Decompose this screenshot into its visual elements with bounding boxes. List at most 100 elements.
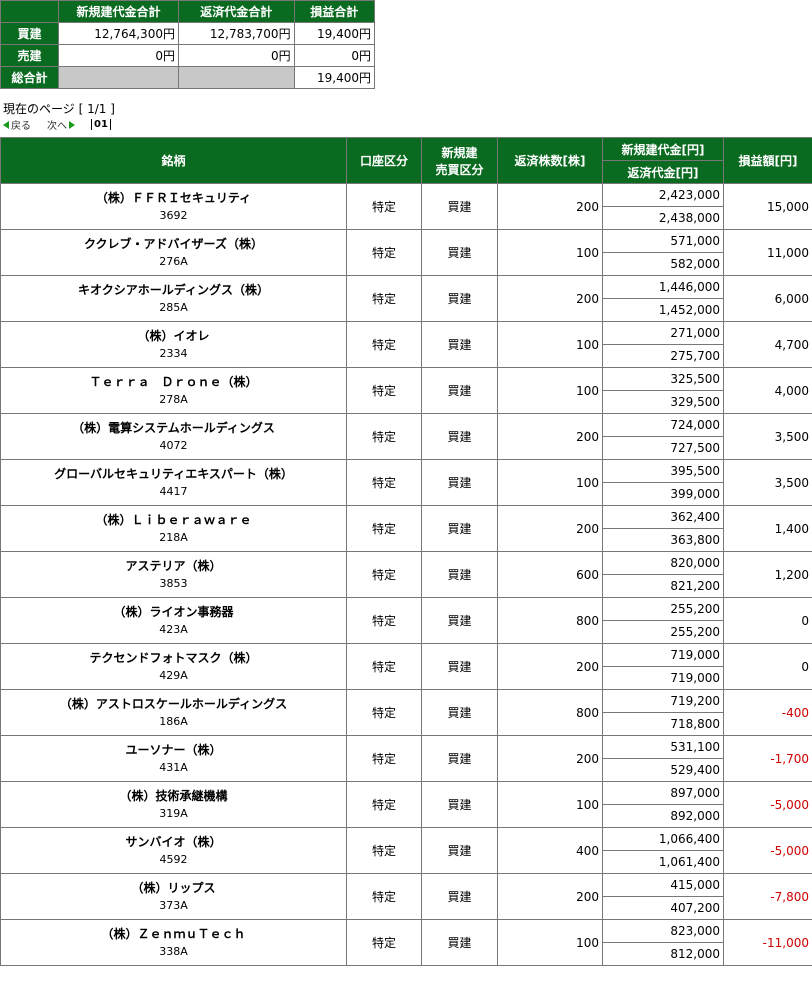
stock-name[interactable]: （株）ライオン事務器	[113, 605, 233, 619]
stock-code: 423A	[159, 622, 188, 636]
return-qty: 200	[497, 183, 603, 230]
summary-buy-ret: 12,783,700円	[177, 22, 295, 45]
stock-name[interactable]: アステリア（株）	[125, 559, 221, 573]
profit-loss: 11,000	[723, 229, 812, 276]
trade-type: 買建	[421, 505, 498, 552]
table-row: （株）技術承継機構 319A 特定 買建 100 897,000 -5,000	[0, 781, 812, 828]
stock-name[interactable]: ククレブ・アドバイザーズ（株）	[84, 237, 263, 251]
stock-name-cell: （株）リップス 373A	[0, 873, 347, 920]
stock-name[interactable]: Ｔｅｒｒａ Ｄｒｏｎｅ（株）	[89, 375, 257, 389]
new-amount: 2,423,000	[602, 183, 724, 207]
return-amount: 892,000	[602, 804, 724, 828]
stock-name[interactable]: （株）ＺｅｎｍｕＴｅｃｈ	[101, 927, 245, 941]
stock-name-cell: （株）ＦＦＲＩセキュリティ 3692	[0, 183, 347, 230]
stock-code: 4592	[159, 852, 188, 866]
stock-name[interactable]: （株）アストロスケールホールディングス	[60, 697, 287, 711]
trade-type: 買建	[421, 367, 498, 414]
header-qty: 返済株数[株]	[497, 137, 603, 184]
stock-name-cell: ククレブ・アドバイザーズ（株） 276A	[0, 229, 347, 276]
trade-type: 買建	[421, 551, 498, 598]
stock-code: 218A	[159, 530, 188, 544]
trade-type: 買建	[421, 689, 498, 736]
table-row: （株）Ｌｉｂｅｒａｗａｒｅ 218A 特定 買建 200 362,400 1,400	[0, 505, 812, 552]
prev-link[interactable]: 戻る	[11, 117, 31, 132]
page-number-link[interactable]: 01	[91, 119, 111, 130]
next-link[interactable]: 次へ	[47, 117, 67, 132]
stock-name[interactable]: （株）イオレ	[137, 329, 209, 343]
stock-code: 4072	[159, 438, 188, 452]
summary-row-label: 売建	[0, 44, 59, 67]
stock-code: 431A	[159, 760, 188, 774]
table-row: サンバイオ（株） 4592 特定 買建 400 1,066,400 -5,000	[0, 827, 812, 874]
new-amount: 255,200	[602, 597, 724, 621]
summary-sell-pl: 0円	[293, 44, 376, 67]
stock-name-cell: （株）イオレ 2334	[0, 321, 347, 368]
summary-header-ret: 返済代金合計	[177, 0, 295, 23]
table-row: （株）ライオン事務器 423A 特定 買建 800 255,200 0	[0, 597, 812, 644]
positions-table: 銘柄 口座区分 新規建 売買区分 返済株数[株] 新規建代金[円] 損益額[円] …	[0, 137, 812, 966]
table-row: （株）アストロスケールホールディングス 186A 特定 買建 800 719,200 -40…	[0, 689, 812, 736]
account-type: 特定	[346, 459, 422, 506]
stock-code: 285A	[159, 300, 188, 314]
stock-code: 319A	[159, 806, 188, 820]
return-qty: 200	[497, 275, 603, 322]
stock-name[interactable]: （株）電算システムホールディングス	[72, 421, 275, 435]
return-qty: 200	[497, 505, 603, 552]
account-type: 特定	[346, 827, 422, 874]
table-row: （株）リップス 373A 特定 買建 200 415,000 -7,800	[0, 873, 812, 920]
profit-loss: 3,500	[723, 413, 812, 460]
account-type: 特定	[346, 321, 422, 368]
stock-code: 3853	[159, 576, 188, 590]
return-qty: 100	[497, 459, 603, 506]
profit-loss: 15,000	[723, 183, 812, 230]
account-type: 特定	[346, 275, 422, 322]
pager: 戻る 次へ 01	[3, 117, 111, 132]
return-amount: 255,200	[602, 620, 724, 644]
trade-type: 買建	[421, 459, 498, 506]
profit-loss: 4,000	[723, 367, 812, 414]
stock-name[interactable]: ユーソナー（株）	[125, 743, 221, 757]
stock-code: 276A	[159, 254, 188, 268]
header-trade-line1: 新規建	[441, 145, 478, 160]
return-qty: 200	[497, 735, 603, 782]
stock-name[interactable]: テクセンドフォトマスク（株）	[89, 651, 257, 665]
new-amount: 1,446,000	[602, 275, 724, 299]
summary-row-label: 買建	[0, 22, 59, 45]
trade-type: 買建	[421, 321, 498, 368]
trade-type: 買建	[421, 183, 498, 230]
profit-loss: 1,200	[723, 551, 812, 598]
stock-name[interactable]: （株）技術承継機構	[119, 789, 227, 803]
account-type: 特定	[346, 183, 422, 230]
return-amount: 821,200	[602, 574, 724, 598]
return-qty: 100	[497, 781, 603, 828]
stock-code: 278A	[159, 392, 188, 406]
stock-name[interactable]: サンバイオ（株）	[125, 835, 221, 849]
table-row: （株）電算システムホールディングス 4072 特定 買建 200 724,000 3,500	[0, 413, 812, 460]
stock-name[interactable]: （株）Ｌｉｂｅｒａｗａｒｅ	[95, 513, 251, 527]
stock-name[interactable]: グローバルセキュリティエキスパート（株）	[54, 467, 293, 481]
stock-code: 429A	[159, 668, 188, 682]
trade-type: 買建	[421, 413, 498, 460]
return-qty: 800	[497, 689, 603, 736]
return-qty: 800	[497, 597, 603, 644]
page-info: 現在のページ [ 1/1 ]	[3, 102, 115, 116]
prev-arrow-icon	[3, 120, 9, 129]
return-qty: 200	[497, 873, 603, 920]
return-qty: 100	[497, 229, 603, 276]
return-amount: 329,500	[602, 390, 724, 414]
summary-sell-ret: 0円	[177, 44, 295, 67]
stock-name-cell: サンバイオ（株） 4592	[0, 827, 347, 874]
stock-name[interactable]: （株）リップス	[131, 881, 215, 895]
header-new-amount: 新規建代金[円]	[602, 137, 724, 161]
return-amount: 399,000	[602, 482, 724, 506]
stock-name[interactable]: キオクシアホールディングス（株）	[78, 283, 269, 297]
return-qty: 600	[497, 551, 603, 598]
stock-name[interactable]: （株）ＦＦＲＩセキュリティ	[96, 191, 251, 205]
account-type: 特定	[346, 551, 422, 598]
new-amount: 271,000	[602, 321, 724, 345]
account-type: 特定	[346, 689, 422, 736]
profit-loss: -7,800	[723, 873, 812, 920]
table-row: アステリア（株） 3853 特定 買建 600 820,000 1,200	[0, 551, 812, 598]
header-name: 銘柄	[0, 137, 347, 184]
positions-body: （株）ＦＦＲＩセキュリティ 3692 特定 買建 200 2,423,000 15,000 2…	[0, 183, 812, 966]
